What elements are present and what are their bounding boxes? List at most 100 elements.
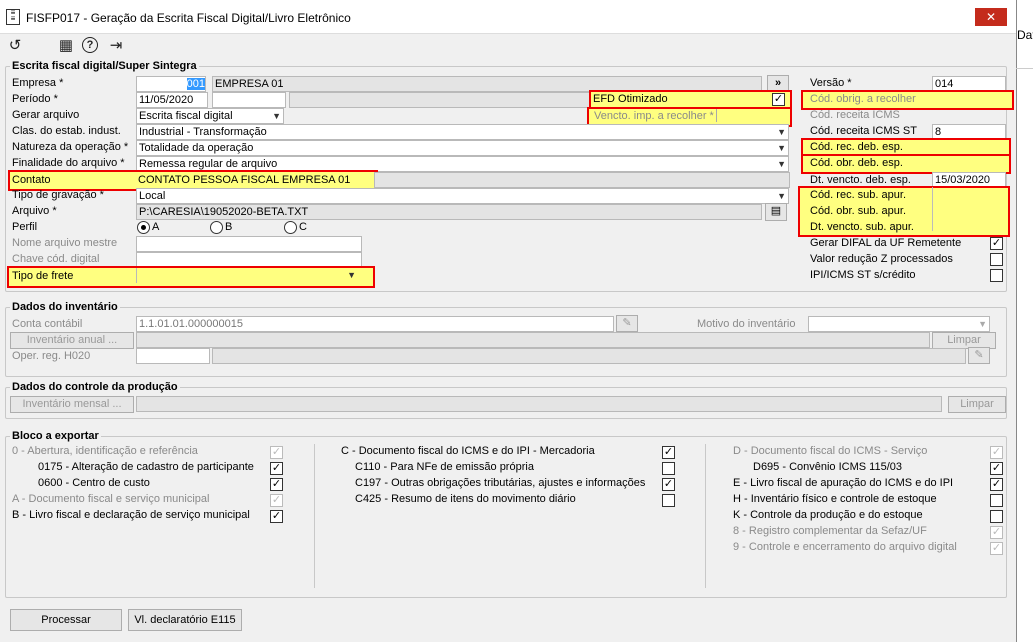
bloco-item-checkbox[interactable]: ✓: [990, 478, 1003, 491]
cod-obr-sub-input[interactable]: [933, 205, 1003, 218]
perfil-a-radio[interactable]: [137, 221, 150, 234]
bloco-item-label: C - Documento fiscal do ICMS e do IPI - …: [341, 445, 595, 457]
bloco-item-label: D - Documento fiscal do ICMS - Serviço: [733, 445, 928, 457]
oper-search-icon[interactable]: ✎: [968, 347, 990, 364]
bloco-item-checkbox[interactable]: ✓: [270, 446, 283, 459]
dt-vencto-sub-label: Dt. vencto. sub. apur.: [810, 221, 914, 233]
inventario-mensal-button[interactable]: Inventário mensal ...: [10, 396, 134, 413]
periodo-description-field: [289, 92, 591, 108]
empresa-label: Empresa *: [12, 77, 64, 89]
nome-mestre-label: Nome arquivo mestre: [12, 237, 118, 249]
bloco-item-checkbox[interactable]: ✓: [990, 526, 1003, 539]
perfil-c-radio[interactable]: [284, 221, 297, 234]
motivo-select[interactable]: ▼: [808, 316, 990, 332]
bloco-item-label: 0175 - Alteração de cadastro de particip…: [38, 461, 254, 473]
arquivo-field: P:\CARESIA\19052020-BETA.TXT: [136, 204, 762, 220]
periodo-start-input[interactable]: 11/05/2020: [136, 92, 208, 108]
bloco-item-checkbox[interactable]: ✓: [270, 478, 283, 491]
bloco-item-label: C197 - Outras obrigações tributárias, aj…: [355, 477, 646, 489]
chave-digital-label: Chave cód. digital: [12, 253, 100, 265]
bloco-item-label: A - Documento fiscal e serviço municipal: [12, 493, 210, 505]
inventario-mensal-field: [136, 396, 942, 412]
contato-label: Contato: [12, 174, 51, 186]
background-divider: [1016, 68, 1033, 69]
finalidade-value: Remessa regular de arquivo: [139, 158, 278, 170]
chevron-down-icon: ▼: [272, 111, 281, 121]
producao-limpar-button[interactable]: Limpar: [948, 396, 1006, 413]
contato-extension-field: [374, 172, 790, 188]
app-document-icon: ≡ ≡: [6, 9, 20, 25]
browse-folder-icon[interactable]: ▤: [765, 203, 787, 221]
cod-obr-sub-label: Cód. obr. sub. apur.: [810, 205, 907, 217]
cod-rec-icms-st-label: Cód. receita ICMS ST: [810, 125, 917, 137]
close-button[interactable]: ✕: [975, 8, 1007, 26]
finalidade-label: Finalidade do arquivo *: [12, 157, 125, 169]
perfil-a-label: A: [152, 221, 160, 233]
oper-reg-input[interactable]: [136, 348, 210, 364]
cod-rec-deb-label: Cód. rec. deb. esp.: [810, 141, 903, 153]
bloco-divider-1: [314, 444, 315, 588]
perfil-b-label: B: [225, 221, 233, 233]
bloco-item-checkbox[interactable]: ✓: [662, 478, 675, 491]
escrita-fiscal-group-title: Escrita fiscal digital/Super Sintegra: [10, 60, 199, 72]
processar-button[interactable]: Processar: [10, 609, 122, 631]
ipi-icms-checkbox[interactable]: [990, 269, 1003, 282]
bloco-divider-2: [705, 444, 706, 588]
conta-contabil-input[interactable]: 1.1.01.01.000000015: [136, 316, 614, 332]
bloco-item-label: 8 - Registro complementar da Sefaz/UF: [733, 525, 927, 537]
bloco-item-checkbox[interactable]: ✓: [270, 462, 283, 475]
tipo-frete-label: Tipo de frete: [12, 270, 74, 282]
help-icon[interactable]: ?: [82, 37, 98, 53]
cod-obr-deb-label: Cód. obr. deb. esp.: [810, 157, 903, 169]
conta-contabil-label: Conta contábil: [12, 318, 83, 330]
background-text: Data: [1017, 28, 1033, 42]
chevron-down-icon: ▼: [777, 191, 786, 201]
cod-obrig-label: Cód. obrig. a recolher: [810, 93, 916, 105]
bloco-item-checkbox[interactable]: ✓: [990, 446, 1003, 459]
undo-icon[interactable]: ↺: [6, 37, 24, 55]
vencto-imp-divider: [716, 109, 717, 122]
clas-estab-select[interactable]: Industrial - Transformação ▼: [136, 124, 789, 140]
bloco-item-label: B - Livro fiscal e declaração de serviço…: [12, 509, 250, 521]
efd-otimizado-checkbox[interactable]: ✓: [772, 93, 785, 106]
bloco-item-checkbox[interactable]: ✓: [662, 446, 675, 459]
vl-declaratorio-button[interactable]: Vl. declaratório E115: [128, 609, 242, 631]
contato-input[interactable]: CONTATO PESSOA FISCAL EMPRESA 01: [138, 174, 350, 186]
perfil-b-radio[interactable]: [210, 221, 223, 234]
exit-icon[interactable]: ⇥: [107, 37, 125, 55]
ipi-icms-label: IPI/ICMS ST s/crédito: [810, 269, 916, 281]
natureza-label: Natureza da operação *: [12, 141, 129, 153]
gravacao-select[interactable]: Local ▼: [136, 188, 789, 204]
bloco-item-checkbox[interactable]: [990, 510, 1003, 523]
clas-estab-label: Clas. do estab. indust.: [12, 125, 121, 137]
tipo-frete-select[interactable]: ▼: [136, 268, 358, 283]
bloco-group-title: Bloco a exportar: [10, 430, 101, 442]
bloco-item-checkbox[interactable]: ✓: [990, 462, 1003, 475]
bloco-item-checkbox[interactable]: ✓: [270, 494, 283, 507]
bloco-item-checkbox[interactable]: [990, 494, 1003, 507]
difal-checkbox[interactable]: ✓: [990, 237, 1003, 250]
bloco-item-checkbox[interactable]: [662, 494, 675, 507]
natureza-value: Totalidade da operação: [139, 142, 254, 154]
conta-search-icon[interactable]: ✎: [616, 315, 638, 332]
reducao-z-label: Valor redução Z processados: [810, 253, 953, 265]
bloco-item-label: 0 - Abertura, identificação e referência: [12, 445, 198, 457]
empresa-code-input[interactable]: 001: [136, 76, 206, 92]
reducao-z-checkbox[interactable]: [990, 253, 1003, 266]
dt-vencto-sub-input[interactable]: [933, 219, 1003, 232]
cod-rec-sub-input[interactable]: [933, 189, 1003, 202]
versao-label: Versão *: [810, 77, 852, 89]
natureza-select[interactable]: Totalidade da operação ▼: [136, 140, 789, 156]
bloco-item-checkbox[interactable]: [662, 462, 675, 475]
calendar-icon[interactable]: ▦: [57, 37, 75, 55]
bloco-item-label: C110 - Para NFe de emissão própria: [355, 461, 534, 473]
gerar-arquivo-label: Gerar arquivo: [12, 109, 80, 121]
periodo-end-input[interactable]: [212, 92, 286, 108]
bloco-item-checkbox[interactable]: ✓: [270, 510, 283, 523]
bloco-item-label: D695 - Convênio ICMS 115/03: [753, 461, 902, 473]
inventario-anual-button[interactable]: Inventário anual ...: [10, 332, 134, 349]
gerar-arquivo-select[interactable]: Escrita fiscal digital ▼: [136, 108, 284, 124]
nome-mestre-input[interactable]: [136, 236, 362, 252]
bloco-item-label: 9 - Controle e encerramento do arquivo d…: [733, 541, 957, 553]
bloco-item-checkbox[interactable]: ✓: [990, 542, 1003, 555]
